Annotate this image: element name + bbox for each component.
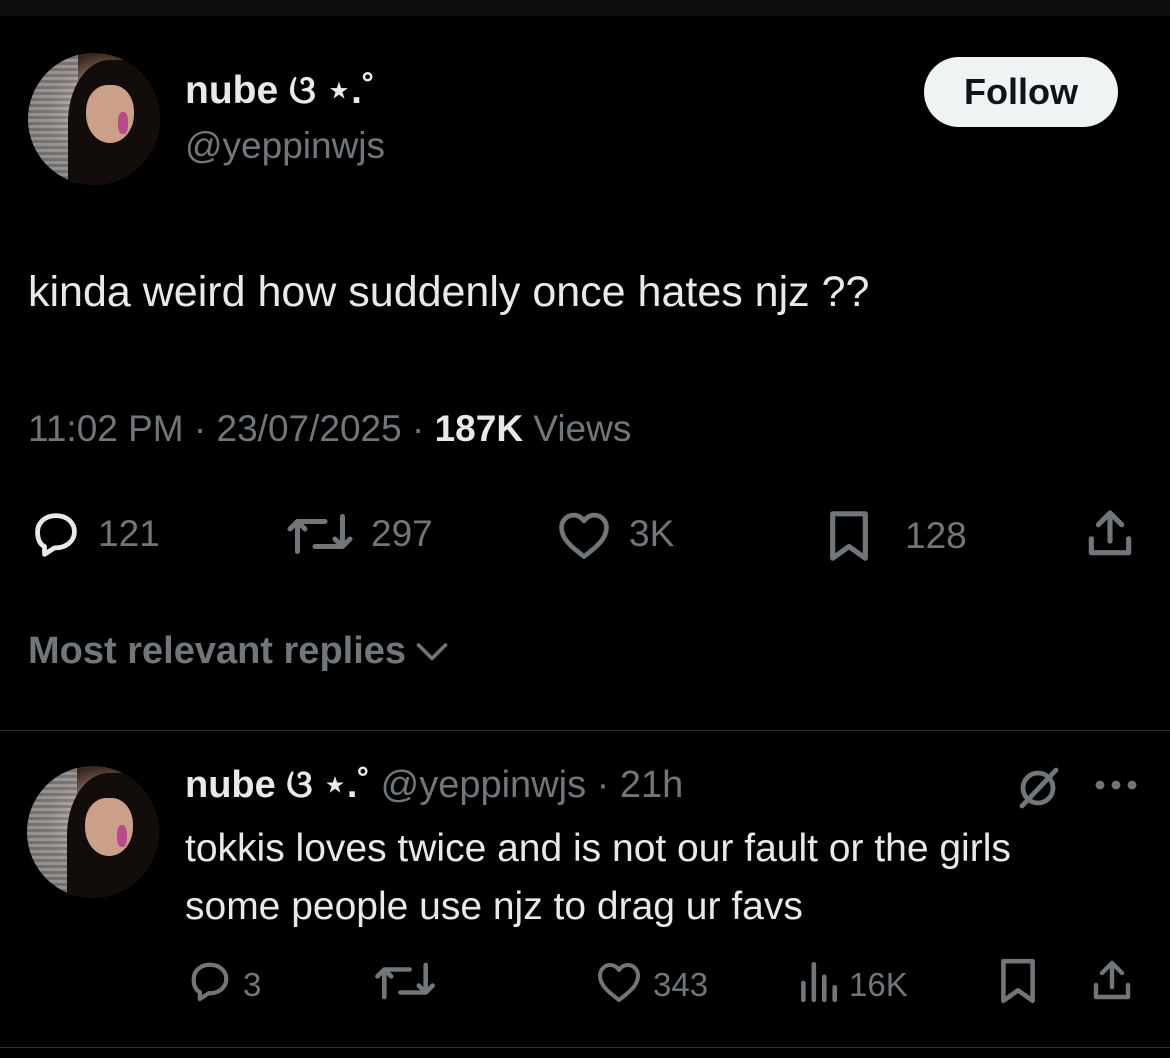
reply-avatar[interactable]	[27, 766, 159, 898]
avatar[interactable]	[28, 53, 160, 185]
reply-repost-button[interactable]	[372, 958, 438, 1012]
follow-button[interactable]: Follow	[924, 57, 1118, 127]
reply-count: 121	[98, 513, 160, 554]
reply-button[interactable]: 121	[30, 508, 160, 560]
divider	[0, 730, 1170, 731]
like-icon	[555, 508, 613, 560]
reply-header: nube ଓ ⋆.˚ @yeppinwjs · 21h	[185, 764, 684, 806]
reply-reply-count: 3	[243, 966, 262, 1003]
chevron-down-icon	[406, 630, 450, 673]
reply-handle[interactable]: @yeppinwjs	[381, 764, 586, 806]
more-button[interactable]	[1092, 770, 1140, 800]
reply-reply-button[interactable]: 3	[187, 958, 261, 1012]
reply-views-count: 16K	[849, 966, 908, 1003]
share-button[interactable]	[1082, 506, 1138, 562]
like-button[interactable]: 3K	[555, 508, 674, 560]
repost-icon	[372, 958, 438, 1012]
reply-age[interactable]: 21h	[620, 764, 683, 806]
bookmark-count: 128	[905, 515, 967, 556]
tweet-text: kinda weird how suddenly once hates njz …	[28, 268, 870, 316]
repost-icon	[285, 508, 355, 560]
divider	[0, 1047, 1170, 1048]
bookmark-icon	[997, 956, 1039, 1014]
more-icon	[1092, 770, 1140, 800]
like-count: 3K	[629, 513, 675, 554]
reply-like-count: 343	[653, 966, 709, 1003]
share-icon	[1082, 506, 1138, 562]
views-label: Views	[533, 408, 632, 449]
repost-count: 297	[371, 513, 433, 554]
reply-text: tokkis loves twice and is not our fault …	[185, 827, 1011, 928]
bookmark-button[interactable]: 128	[823, 508, 967, 564]
reply-display-name[interactable]: nube ଓ ⋆.˚	[185, 764, 370, 806]
like-icon	[595, 958, 643, 1012]
reply-icon	[187, 958, 233, 1012]
grok-icon	[1014, 764, 1062, 812]
tweet-date[interactable]: 23/07/2025	[217, 408, 402, 449]
reply-like-button[interactable]: 343	[595, 958, 708, 1012]
replies-sort-label: Most relevant replies	[28, 630, 407, 672]
views-count: 187K	[434, 408, 524, 449]
reply-views-button[interactable]: 16K	[797, 958, 908, 1012]
status-strip	[0, 0, 1170, 16]
reply-share-button[interactable]	[1088, 956, 1136, 1014]
grok-button[interactable]	[1014, 764, 1062, 812]
bookmark-icon	[823, 508, 875, 564]
share-icon	[1088, 956, 1136, 1014]
reply-bookmark-button[interactable]	[997, 956, 1039, 1014]
replies-sort-dropdown[interactable]: Most relevant replies	[28, 630, 450, 673]
tweet-meta: 11:02 PM · 23/07/2025 · 187K Views	[28, 408, 632, 449]
repost-button[interactable]: 297	[285, 508, 433, 560]
user-handle[interactable]: @yeppinwjs	[185, 125, 385, 167]
display-name[interactable]: nube ଓ ⋆.˚	[185, 68, 375, 113]
views-icon	[797, 958, 839, 1012]
tweet-time[interactable]: 11:02 PM	[28, 408, 184, 449]
reply-icon	[30, 508, 82, 560]
